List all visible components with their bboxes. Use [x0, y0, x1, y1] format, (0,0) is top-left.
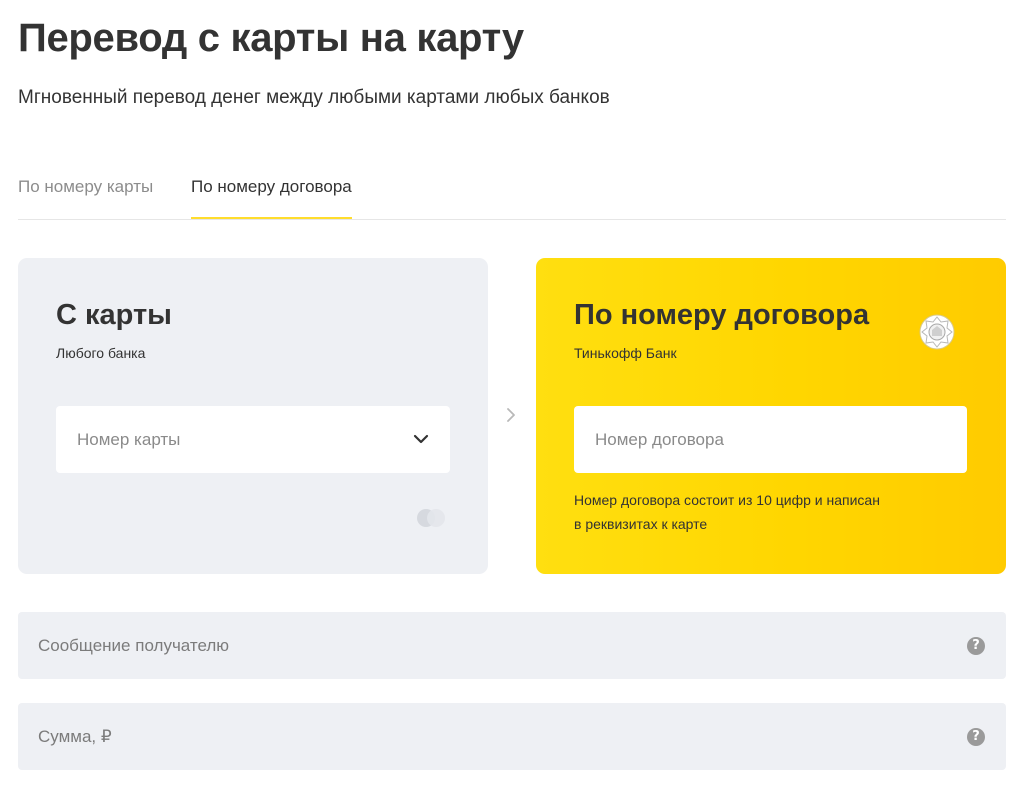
page-subtitle: Мгновенный перевод денег между любыми ка… — [18, 87, 610, 108]
to-contract-subtitle: Тинькофф Банк — [574, 345, 677, 361]
chevron-down-icon[interactable] — [412, 430, 430, 448]
to-contract-panel: По номеру договора Тинькофф Банк Номер д… — [536, 258, 1006, 574]
amount-input[interactable] — [38, 726, 918, 747]
card-number-field[interactable] — [56, 406, 450, 473]
transfer-tabs: По номеру карты По номеру договора — [18, 160, 1006, 220]
help-icon[interactable]: ? — [967, 728, 985, 746]
contract-hint-line-2: в реквизитах к карте — [574, 516, 708, 532]
contract-hint-line-1: Номер договора состоит из 10 цифр и напи… — [574, 492, 880, 508]
message-field[interactable]: ? — [18, 612, 1006, 679]
amount-field[interactable]: ? — [18, 703, 1006, 770]
page-title: Перевод с карты на карту — [18, 16, 524, 60]
contract-hint: Номер договора состоит из 10 цифр и напи… — [574, 488, 974, 536]
bank-logo-icon — [919, 314, 955, 350]
from-card-panel: С карты Любого банка — [18, 258, 488, 574]
chevron-right-icon — [507, 408, 515, 422]
from-card-subtitle: Любого банка — [56, 345, 146, 361]
contract-number-field[interactable] — [574, 406, 967, 473]
tab-by-contract-number[interactable]: По номеру договора — [191, 176, 352, 219]
payment-system-icon — [417, 509, 445, 527]
from-card-title: С карты — [56, 299, 172, 331]
card-number-input[interactable] — [77, 429, 397, 450]
tab-by-card-number[interactable]: По номеру карты — [18, 176, 153, 198]
help-icon[interactable]: ? — [967, 637, 985, 655]
to-contract-title: По номеру договора — [574, 299, 870, 331]
message-input[interactable] — [38, 635, 918, 656]
contract-number-input[interactable] — [595, 429, 915, 450]
